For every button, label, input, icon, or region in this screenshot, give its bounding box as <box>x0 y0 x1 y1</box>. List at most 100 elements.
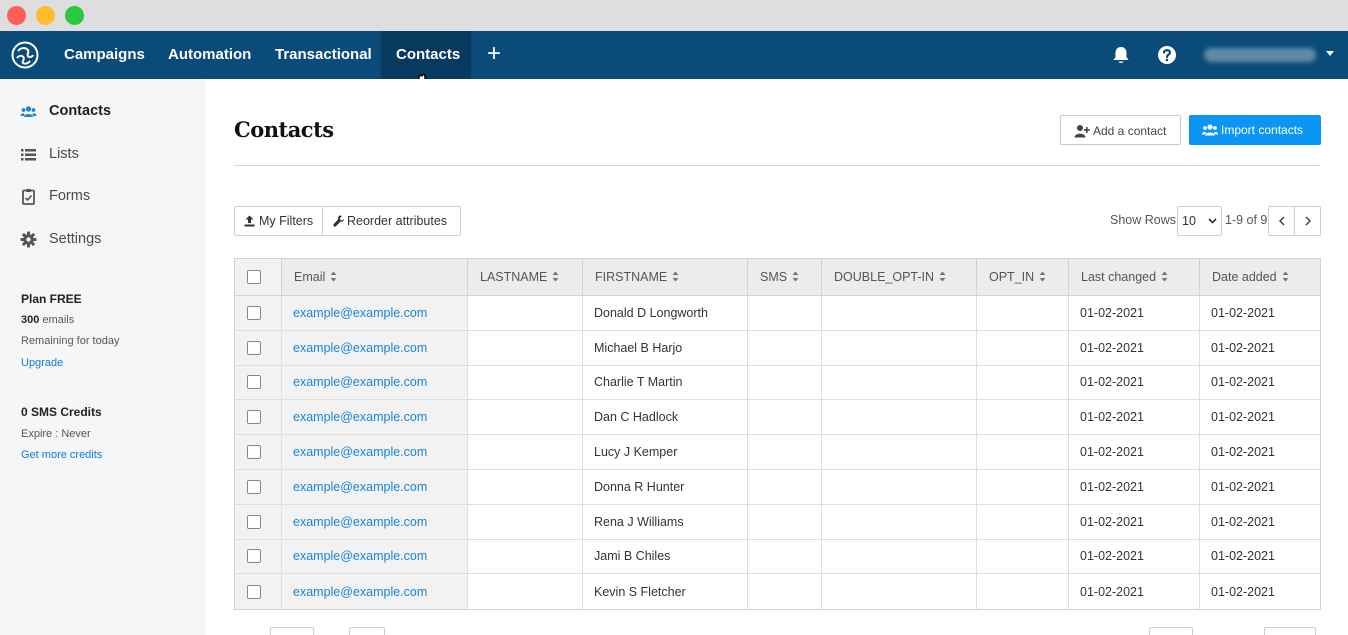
email-cell[interactable]: example@example.com <box>281 469 467 504</box>
row-checkbox[interactable] <box>247 584 261 599</box>
previous-page-button[interactable] <box>1269 207 1295 235</box>
bottom-pagination-stub[interactable] <box>1149 627 1193 635</box>
reorder-attributes-button[interactable]: Reorder attributes <box>323 207 460 235</box>
logo-icon[interactable] <box>10 40 40 70</box>
cell-text: 01-02-2021 <box>1211 305 1275 320</box>
column-header-firstname[interactable]: FIRSTNAME <box>582 259 747 295</box>
cell-text: 01-02-2021 <box>1211 445 1275 460</box>
email-cell[interactable]: example@example.com <box>281 400 467 435</box>
email-link[interactable]: example@example.com <box>293 515 427 529</box>
column-header-double-opt-in[interactable]: DOUBLE_OPT-IN <box>821 259 976 295</box>
last-changed-cell: 01-02-2021 <box>1068 469 1199 504</box>
add-nav-button[interactable]: + <box>482 31 506 79</box>
bell-icon[interactable] <box>1110 44 1132 66</box>
cell-text: Kevin S Fletcher <box>594 584 686 599</box>
nav-automation[interactable]: Automation <box>154 31 265 79</box>
email-cell[interactable]: example@example.com <box>281 574 467 610</box>
nav-transactional[interactable]: Transactional <box>261 31 386 79</box>
row-checkbox-cell <box>235 574 281 610</box>
column-header-lastname[interactable]: LASTNAME <box>467 259 582 295</box>
email-link[interactable]: example@example.com <box>293 480 427 494</box>
column-header-last-changed[interactable]: Last changed <box>1068 259 1199 295</box>
double-opt-in-cell <box>821 469 976 504</box>
caret-down-icon[interactable] <box>1326 51 1334 56</box>
cell-text: 01-02-2021 <box>1080 584 1144 599</box>
pagination-controls <box>1268 206 1321 236</box>
close-window-button[interactable] <box>7 6 26 25</box>
email-cell[interactable]: example@example.com <box>281 504 467 539</box>
row-checkbox[interactable] <box>247 340 261 355</box>
cell-text: Michael B Harjo <box>594 340 683 355</box>
row-checkbox[interactable] <box>247 375 261 390</box>
column-header-label: DOUBLE_OPT-IN <box>834 270 935 284</box>
last-changed-cell: 01-02-2021 <box>1068 365 1199 400</box>
chevron-right-icon <box>1305 216 1312 226</box>
table-row[interactable]: example@example.com Lucy J Kemper 01-02-20… <box>235 435 1320 470</box>
row-checkbox[interactable] <box>247 479 261 494</box>
table-actions-group: My Filters Reorder attributes <box>234 206 461 236</box>
bottom-pagination-stub[interactable] <box>1264 627 1316 635</box>
next-page-button[interactable] <box>1295 207 1321 235</box>
minimize-window-button[interactable] <box>36 6 55 25</box>
column-header-sms[interactable]: SMS <box>747 259 821 295</box>
column-header-date-added[interactable]: Date added <box>1199 259 1321 295</box>
users-icon <box>1202 124 1218 136</box>
select-all-checkbox[interactable] <box>247 270 261 284</box>
sms-cell <box>747 435 821 469</box>
email-cell[interactable]: example@example.com <box>281 365 467 400</box>
email-cell[interactable]: example@example.com <box>281 330 467 365</box>
table-row[interactable]: example@example.com Donald D Longworth 01-… <box>235 296 1320 331</box>
table-row[interactable]: example@example.com Donna R Hunter 01-02-2… <box>235 469 1320 505</box>
bottom-pagination-stub[interactable] <box>349 627 385 635</box>
sidebar-item-lists[interactable]: Lists <box>20 144 190 166</box>
opt-in-cell <box>976 365 1068 400</box>
table-row[interactable]: example@example.com Kevin S Fletcher 01-02… <box>235 574 1320 610</box>
nav-campaigns[interactable]: Campaigns <box>50 31 159 79</box>
table-row[interactable]: example@example.com Dan C Hadlock 01-02-20… <box>235 400 1320 436</box>
upgrade-link[interactable]: Upgrade <box>21 357 63 369</box>
email-link[interactable]: example@example.com <box>293 306 427 320</box>
email-cell[interactable]: example@example.com <box>281 539 467 574</box>
email-link[interactable]: example@example.com <box>293 410 427 424</box>
column-header-label: FIRSTNAME <box>595 270 668 284</box>
table-row[interactable]: example@example.com Charlie T Martin 01-02… <box>235 365 1320 401</box>
get-more-credits-link[interactable]: Get more credits <box>21 449 102 461</box>
row-checkbox[interactable] <box>247 445 261 460</box>
sidebar-item-forms[interactable]: Forms <box>20 186 190 208</box>
help-icon[interactable] <box>1156 44 1178 66</box>
table-row[interactable]: example@example.com Michael B Harjo 01-02-… <box>235 330 1320 366</box>
column-header-label: Last changed <box>1081 270 1157 284</box>
email-link[interactable]: example@example.com <box>293 549 427 563</box>
row-checkbox[interactable] <box>247 410 261 425</box>
user-account-name[interactable] <box>1204 48 1316 62</box>
row-checkbox[interactable] <box>247 514 261 529</box>
table-row[interactable]: example@example.com Jami B Chiles 01-02-20… <box>235 539 1320 575</box>
table-row[interactable]: example@example.com Rena J Williams 01-02-… <box>235 504 1321 540</box>
chevron-down-icon <box>1208 218 1217 224</box>
my-filters-button[interactable]: My Filters <box>235 207 323 235</box>
column-header-email[interactable]: Email <box>281 259 467 295</box>
cell-text: 01-02-2021 <box>1080 549 1144 564</box>
row-checkbox[interactable] <box>247 305 261 320</box>
import-contacts-button[interactable]: Import contacts <box>1189 115 1321 145</box>
sidebar-item-settings[interactable]: Settings <box>20 229 190 251</box>
bottom-pagination-stub[interactable] <box>270 627 314 635</box>
email-link[interactable]: example@example.com <box>293 445 427 459</box>
double-opt-in-cell <box>821 504 976 539</box>
date-added-cell: 01-02-2021 <box>1199 504 1321 539</box>
email-cell[interactable]: example@example.com <box>281 296 467 330</box>
email-link[interactable]: example@example.com <box>293 341 427 355</box>
rows-per-page-select[interactable]: 10 <box>1177 206 1222 236</box>
double-opt-in-cell <box>821 365 976 400</box>
column-header-opt-in[interactable]: OPT_IN <box>976 259 1068 295</box>
opt-in-cell <box>976 296 1068 330</box>
row-checkbox[interactable] <box>247 549 261 564</box>
sidebar-item-contacts[interactable]: Contacts <box>20 101 190 123</box>
email-link[interactable]: example@example.com <box>293 585 427 599</box>
email-cell[interactable]: example@example.com <box>281 435 467 469</box>
email-link[interactable]: example@example.com <box>293 375 427 389</box>
maximize-window-button[interactable] <box>65 6 84 25</box>
sms-cell <box>747 296 821 330</box>
sidebar-item-label: Contacts <box>49 103 112 119</box>
add-contact-button[interactable]: Add a contact <box>1060 115 1181 145</box>
